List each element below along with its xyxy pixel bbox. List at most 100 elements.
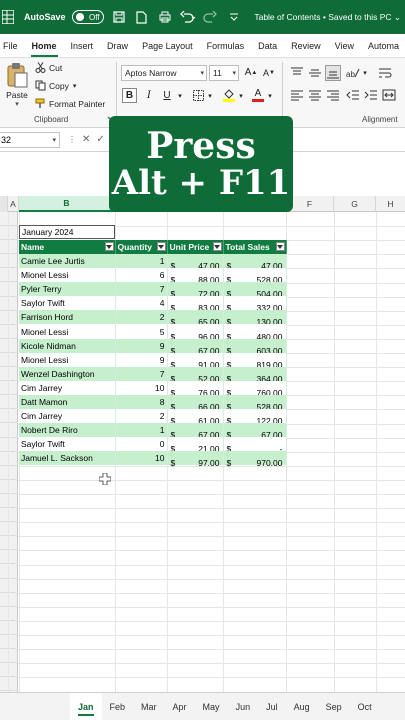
merge-center-icon[interactable]: [382, 89, 396, 101]
excel-app-icon[interactable]: [0, 9, 16, 25]
tab-data[interactable]: Data: [251, 34, 284, 58]
cell-unit-price[interactable]: $52.00: [167, 366, 224, 384]
row-header[interactable]: [0, 240, 18, 255]
cell-unit-price[interactable]: $47.00: [167, 254, 224, 271]
sheet-tab-aug[interactable]: Aug: [286, 693, 318, 720]
sheet-tab-apr[interactable]: Apr: [165, 693, 195, 720]
enter-icon[interactable]: ✓: [96, 134, 104, 145]
align-middle-icon[interactable]: [308, 67, 322, 79]
borders-button[interactable]: [191, 88, 205, 103]
tab-home[interactable]: Home: [25, 34, 64, 58]
increase-indent-icon[interactable]: [364, 89, 378, 101]
row-header[interactable]: [0, 367, 18, 382]
cell-unit-price[interactable]: $67.00: [167, 423, 224, 440]
italic-button[interactable]: I: [142, 88, 156, 103]
row-header[interactable]: [0, 283, 18, 297]
align-left-icon[interactable]: [290, 89, 304, 101]
copy-button[interactable]: Copy ▾: [35, 80, 76, 91]
cell-quantity[interactable]: 7: [115, 366, 168, 381]
cell-total-sales[interactable]: $67.00: [223, 423, 287, 440]
sheet-tab-oct[interactable]: Oct: [350, 693, 380, 720]
table-row[interactable]: Nobert De Riro 1 $67.00 $67.00: [19, 423, 287, 440]
redo-icon[interactable]: [202, 9, 219, 25]
worksheet-grid[interactable]: A B C D E F G H January 2024 Name Quanti…: [0, 152, 405, 692]
row-header[interactable]: [0, 339, 18, 353]
cell-quantity[interactable]: 2: [115, 310, 168, 325]
column-header-f[interactable]: F: [286, 196, 334, 212]
cell-name[interactable]: Datt Mamon: [19, 394, 116, 410]
cell-name[interactable]: Mionel Lessi: [19, 352, 116, 367]
cell-unit-price[interactable]: $91.00: [167, 352, 224, 370]
cell-title-month[interactable]: January 2024: [19, 225, 115, 239]
cell-total-sales[interactable]: $970.00: [223, 451, 287, 468]
row-header[interactable]: [0, 466, 18, 480]
format-painter-button[interactable]: Format Painter: [35, 98, 105, 109]
cell-name[interactable]: Wenzel Dashington: [19, 366, 116, 381]
filter-dropdown-icon[interactable]: [156, 242, 166, 251]
cell-unit-price[interactable]: $61.00: [167, 409, 224, 426]
cut-button[interactable]: Cut: [35, 62, 62, 73]
cell-quantity[interactable]: 4: [115, 296, 168, 311]
font-color-dropdown-icon[interactable]: ▾: [266, 88, 274, 103]
row-header[interactable]: [0, 579, 18, 593]
borders-dropdown-icon[interactable]: ▾: [206, 88, 214, 103]
table-row[interactable]: Cim Jarrey 10 $76.00 $760.00: [19, 380, 287, 398]
cell-name[interactable]: Cim Jarrey: [19, 409, 116, 424]
autosave-toggle[interactable]: Off: [71, 10, 104, 24]
cell-total-sales[interactable]: $760.00: [223, 380, 287, 398]
tab-file[interactable]: File: [0, 34, 25, 58]
tab-review[interactable]: Review: [284, 34, 328, 58]
cell-quantity[interactable]: 2: [115, 409, 168, 424]
cell-name[interactable]: Farrison Hord: [19, 310, 116, 325]
cell-quantity[interactable]: 0: [115, 437, 168, 452]
tab-automate[interactable]: Automa: [361, 34, 405, 58]
cell-total-sales[interactable]: $47.00: [223, 254, 287, 271]
cell-name[interactable]: Mionel Lessi: [19, 268, 116, 283]
cell-quantity[interactable]: 1: [115, 423, 168, 438]
cell-unit-price[interactable]: $97.00: [167, 451, 224, 468]
row-header[interactable]: [0, 621, 18, 635]
undo-icon[interactable]: [179, 9, 196, 25]
row-header[interactable]: [0, 353, 18, 368]
cell-name[interactable]: Nobert De Riro: [19, 423, 116, 438]
cell-unit-price[interactable]: $65.00: [167, 310, 224, 327]
cell-quantity[interactable]: 9: [115, 352, 168, 367]
sheet-tab-feb[interactable]: Feb: [102, 693, 134, 720]
sheet-tab-mar[interactable]: Mar: [133, 693, 165, 720]
sheet-tab-may[interactable]: May: [195, 693, 228, 720]
row-header[interactable]: [0, 212, 18, 227]
row-header[interactable]: [0, 424, 18, 438]
sheet-tab-jul[interactable]: Jul: [258, 693, 286, 720]
row-header[interactable]: [0, 452, 18, 466]
row-header[interactable]: [0, 536, 18, 551]
column-header-g[interactable]: G: [334, 196, 376, 212]
font-color-button[interactable]: A: [251, 88, 265, 103]
row-header[interactable]: [0, 311, 18, 325]
decrease-indent-icon[interactable]: [346, 89, 360, 101]
align-top-icon[interactable]: [290, 67, 304, 79]
select-all-corner[interactable]: [0, 196, 8, 212]
table-row[interactable]: Mionel Lessi 9 $91.00 $819.00: [19, 352, 287, 370]
row-header[interactable]: [0, 381, 18, 396]
row-header[interactable]: [0, 607, 18, 621]
underline-button[interactable]: U: [160, 88, 174, 103]
table-row[interactable]: Datt Mamon 8 $66.00 $528.00: [19, 394, 287, 412]
sheet-tab-jan[interactable]: Jan: [70, 692, 102, 720]
cell-quantity[interactable]: 5: [115, 324, 168, 339]
header-total-sales[interactable]: Total Sales: [223, 240, 287, 254]
header-name[interactable]: Name: [19, 240, 116, 254]
cell-name[interactable]: Mionel Lessi: [19, 324, 116, 339]
cell-total-sales[interactable]: $480.00: [223, 324, 287, 342]
cell-quantity[interactable]: 1: [115, 254, 168, 269]
document-title[interactable]: Table of Contents • Saved to this PC ⌄: [254, 12, 401, 23]
row-header[interactable]: [0, 226, 18, 241]
orientation-dropdown-icon[interactable]: ▾: [361, 65, 369, 80]
sheet-tab-sep[interactable]: Sep: [318, 693, 350, 720]
align-bottom-icon[interactable]: [325, 65, 341, 81]
name-box[interactable]: 32 ▾: [0, 131, 60, 148]
header-quantity[interactable]: Quantity: [115, 240, 168, 254]
cell-quantity[interactable]: 7: [115, 282, 168, 297]
header-unit-price[interactable]: Unit Price: [167, 240, 224, 254]
fill-color-button[interactable]: [222, 88, 236, 103]
tab-draw[interactable]: Draw: [100, 34, 135, 58]
